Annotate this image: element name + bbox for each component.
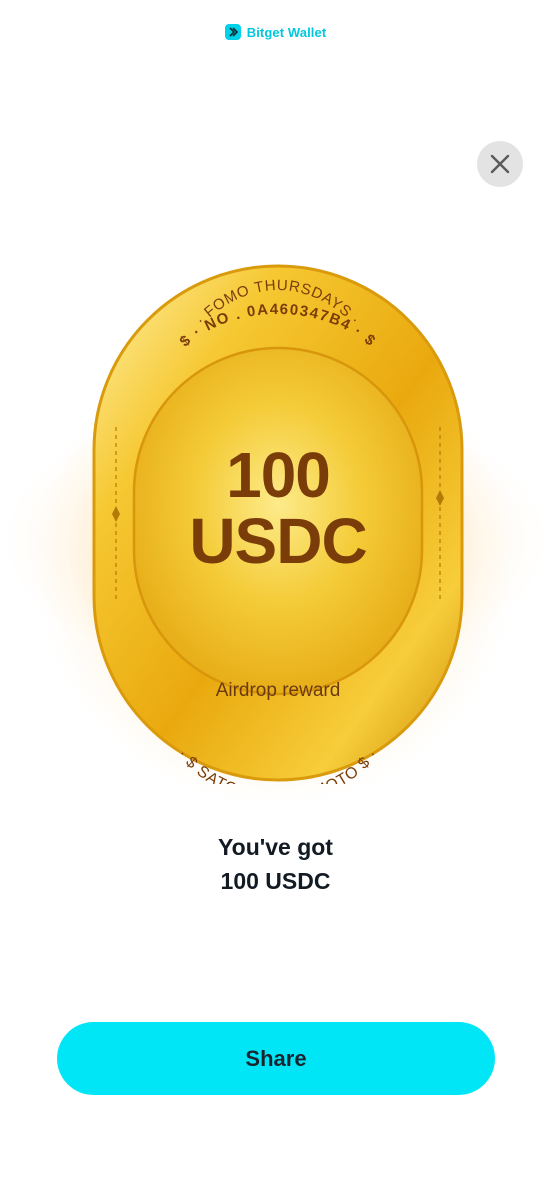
close-icon	[490, 154, 510, 174]
bitget-logo-icon	[224, 24, 241, 40]
coin-amount: 100	[226, 439, 331, 511]
close-button[interactable]	[477, 141, 523, 187]
reward-result: You've got 100 USDC	[0, 830, 551, 898]
result-line-1: You've got	[218, 834, 333, 860]
share-button-label: Share	[245, 1045, 307, 1071]
coin-currency: USDC	[189, 505, 367, 577]
reward-coin: · FOMO THURSDAYS · $ · NO . 0A460347B4 ·…	[90, 262, 466, 784]
brand-name: Bitget Wallet	[246, 24, 327, 40]
result-line-2: 100 USDC	[220, 868, 331, 894]
brand-header: Bitget Wallet	[0, 24, 551, 40]
coin-reward-label: Airdrop reward	[215, 680, 341, 701]
reward-screen: Bitget Wallet · FOMO THURSDAYS · $ · NO …	[0, 0, 551, 1199]
share-button[interactable]: Share	[57, 1022, 495, 1095]
